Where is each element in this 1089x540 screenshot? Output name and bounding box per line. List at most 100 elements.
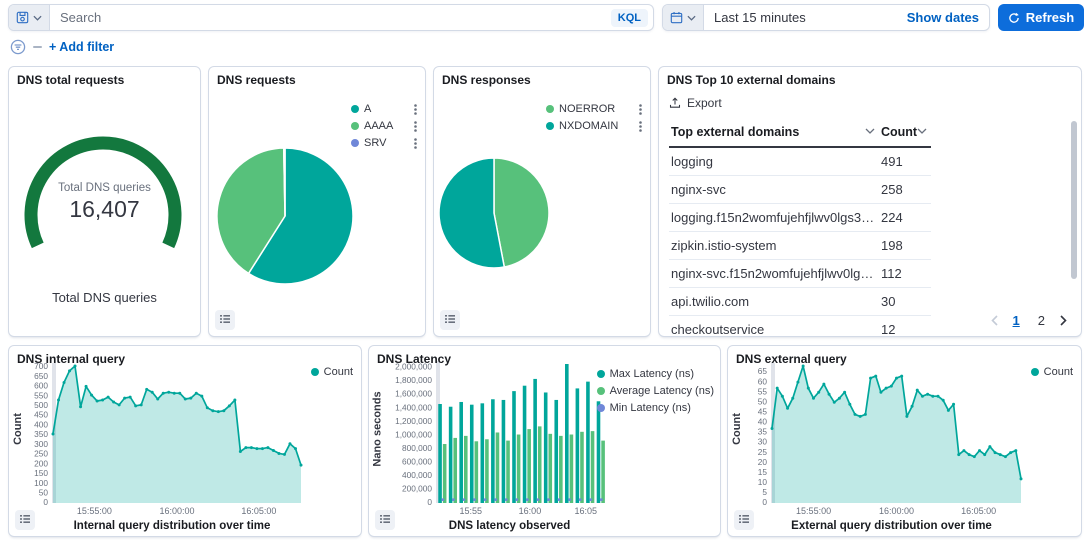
previous-page-icon[interactable] — [991, 315, 998, 326]
legend-item-aaaa[interactable]: AAAA — [351, 120, 417, 132]
y-axis-label: Nano seconds — [371, 356, 385, 502]
svg-text:600: 600 — [34, 381, 48, 391]
export-button[interactable]: Export — [669, 96, 722, 110]
domain-cell: nginx-svc — [669, 176, 879, 204]
internal-query-area-chart[interactable]: 0501001502002503003504004505005506006507… — [9, 346, 361, 536]
svg-text:1,800,000: 1,800,000 — [395, 375, 432, 385]
svg-text:16:00:00: 16:00:00 — [879, 506, 914, 516]
panel-dns-total-requests: DNS total requests Total DNS queries 16,… — [8, 66, 201, 337]
legend-item-count[interactable]: Count — [311, 366, 353, 378]
column-header-count[interactable]: Count — [879, 119, 931, 147]
table-row: logging491 — [669, 147, 931, 176]
column-header-domains[interactable]: Top external domains — [669, 119, 879, 147]
svg-text:1,600,000: 1,600,000 — [395, 389, 432, 399]
kql-language-button[interactable]: KQL — [611, 9, 648, 27]
legend-dot — [597, 404, 605, 412]
filter-bar: + Add filter — [10, 38, 114, 56]
domain-cell: checkoutservice — [669, 316, 879, 338]
page-1-button[interactable]: 1 — [1010, 312, 1023, 329]
legend-label: Count — [324, 366, 353, 378]
refresh-button-label: Refresh — [1026, 10, 1074, 25]
legend: A AAAA SRV — [351, 103, 417, 149]
export-icon — [669, 97, 681, 109]
domain-cell: logging — [669, 147, 879, 176]
legend-dot — [597, 370, 605, 378]
legend-label: SRV — [364, 137, 386, 149]
svg-text:1,000,000: 1,000,000 — [395, 429, 432, 439]
legend-item-noerror[interactable]: NOERROR — [546, 103, 642, 115]
filter-icon[interactable] — [10, 39, 26, 55]
panel-title: DNS Top 10 external domains — [667, 73, 836, 87]
refresh-button[interactable]: Refresh — [998, 4, 1084, 31]
legend-dot — [597, 387, 605, 395]
gauge-value: 16,407 — [9, 196, 200, 223]
date-picker: Last 15 minutes Show dates — [662, 4, 990, 31]
svg-text:400: 400 — [34, 419, 48, 429]
legend-item-a[interactable]: A — [351, 103, 417, 115]
legend-dot — [351, 139, 359, 147]
legend-item-nxdomain[interactable]: NXDOMAIN — [546, 120, 642, 132]
svg-text:55: 55 — [758, 386, 768, 396]
svg-text:16:00: 16:00 — [519, 506, 542, 516]
legend-item-count[interactable]: Count — [1031, 366, 1073, 378]
saved-query-icon — [16, 11, 29, 24]
search-input[interactable] — [50, 5, 611, 30]
add-filter-button[interactable]: + Add filter — [49, 40, 114, 54]
legend-toggle-button[interactable] — [15, 510, 35, 530]
time-range-value[interactable]: Last 15 minutes — [704, 5, 897, 30]
sort-chevron-icon — [865, 128, 875, 134]
legend-item-average-latency-ns-[interactable]: Average Latency (ns) — [597, 385, 714, 397]
legend-options-kebab-icon[interactable] — [629, 104, 642, 115]
legend-toggle-button[interactable] — [734, 510, 754, 530]
legend-toggle-button[interactable] — [375, 510, 395, 530]
legend-options-kebab-icon[interactable] — [404, 104, 417, 115]
svg-text:1,200,000: 1,200,000 — [395, 416, 432, 426]
table-row: nginx-svc258 — [669, 176, 931, 204]
legend: NOERROR NXDOMAIN — [546, 103, 642, 132]
svg-text:300: 300 — [34, 439, 48, 449]
page-2-button[interactable]: 2 — [1035, 312, 1048, 329]
panel-title: DNS responses — [442, 73, 531, 87]
legend-toggle-button[interactable] — [215, 310, 235, 330]
count-cell: 491 — [879, 147, 931, 176]
svg-text:20: 20 — [758, 457, 768, 467]
svg-text:15:55:00: 15:55:00 — [796, 506, 831, 516]
count-cell: 30 — [879, 288, 931, 316]
next-page-icon[interactable] — [1060, 315, 1067, 326]
external-query-area-chart[interactable]: 0510152025303540455055606515:55:0016:00:… — [728, 346, 1081, 536]
svg-text:0: 0 — [43, 497, 48, 507]
legend-item-max-latency-ns-[interactable]: Max Latency (ns) — [597, 368, 714, 380]
svg-text:5: 5 — [762, 487, 767, 497]
legend-item-srv[interactable]: SRV — [351, 137, 417, 149]
legend-options-kebab-icon[interactable] — [629, 121, 642, 132]
panel-dns-top-external-domains: DNS Top 10 external domains Export Top e… — [658, 66, 1082, 337]
date-quick-menu-button[interactable] — [663, 5, 704, 30]
legend: Count — [311, 366, 353, 378]
svg-text:25: 25 — [758, 447, 768, 457]
svg-text:400,000: 400,000 — [402, 470, 432, 480]
legend-dot — [351, 122, 359, 130]
domain-cell: nginx-svc.f15n2womfujehfjlwv0lgs3no... — [669, 260, 879, 288]
show-dates-button[interactable]: Show dates — [897, 5, 989, 30]
panel-title: DNS external query — [736, 352, 847, 366]
panel-title: DNS internal query — [17, 352, 125, 366]
svg-text:100: 100 — [34, 478, 48, 488]
legend-label: AAAA — [364, 120, 393, 132]
count-cell: 258 — [879, 176, 931, 204]
saved-query-menu-button[interactable] — [9, 5, 50, 30]
sort-chevron-icon — [917, 128, 927, 134]
panel-title: DNS requests — [217, 73, 296, 87]
svg-text:16:05:00: 16:05:00 — [241, 506, 276, 516]
svg-text:16:05: 16:05 — [574, 506, 597, 516]
legend-options-kebab-icon[interactable] — [404, 138, 417, 149]
table-pagination: 1 2 — [991, 312, 1067, 329]
filter-separator — [33, 46, 42, 48]
panel-dns-responses: DNS responses NOERROR NXDOMAIN — [433, 66, 651, 337]
legend-item-min-latency-ns-[interactable]: Min Latency (ns) — [597, 402, 714, 414]
table-scrollbar[interactable] — [1071, 121, 1077, 279]
svg-text:15: 15 — [758, 467, 768, 477]
legend-options-kebab-icon[interactable] — [404, 121, 417, 132]
top-query-bar: KQL Last 15 minutes Show dates Refresh — [8, 4, 1084, 31]
svg-text:35: 35 — [758, 427, 768, 437]
legend-toggle-button[interactable] — [440, 310, 460, 330]
